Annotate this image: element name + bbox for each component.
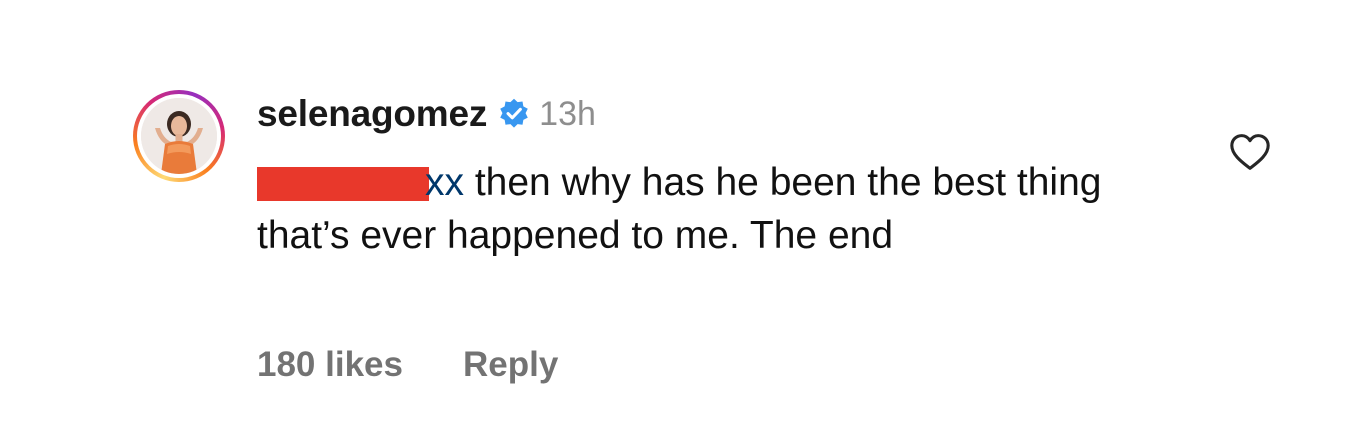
likes-count-button[interactable]: 180 likes [257, 345, 403, 385]
comment-actions: 180 likes Reply [257, 343, 558, 387]
mention-link[interactable]: xx [257, 161, 464, 204]
comment-text: xx then why has he been the best thing t… [257, 156, 1197, 262]
heart-outline-icon[interactable] [1228, 132, 1272, 172]
avatar-ring-gap [137, 94, 221, 178]
story-ring-avatar[interactable] [133, 90, 225, 182]
timestamp[interactable]: 13h [539, 95, 596, 134]
comment-header: selenagomez 13h [257, 92, 596, 136]
redaction-block [257, 167, 429, 201]
verified-badge-icon [500, 98, 528, 128]
profile-avatar [141, 98, 217, 174]
reply-button[interactable]: Reply [463, 345, 558, 385]
mention-visible-text[interactable]: xx [425, 161, 464, 204]
username-link[interactable]: selenagomez [257, 93, 487, 135]
